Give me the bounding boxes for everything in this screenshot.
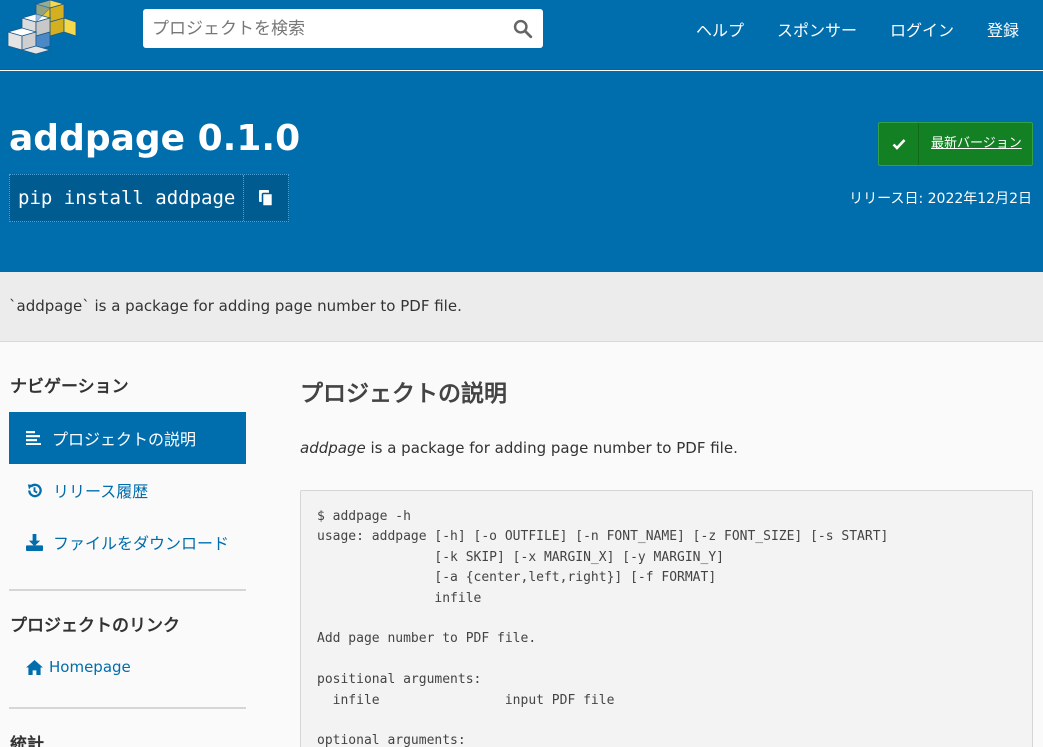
latest-version-button[interactable]: 最新バージョン [878,122,1033,166]
sidebar-item-history[interactable]: リリース履歴 [9,464,246,516]
search-box [143,9,543,48]
pip-command-box: pip install addpage [9,174,290,222]
package-name-emphasis: addpage [300,439,366,457]
navigation-heading: ナビゲーション [10,377,129,397]
homepage-label: Homepage [49,658,131,676]
home-icon [26,659,43,675]
nav-sponsors-link[interactable]: スポンサー [777,17,857,41]
homepage-link[interactable]: Homepage [26,658,131,676]
description-text: addpage is a package for adding page num… [300,439,738,457]
copy-button[interactable] [243,175,288,221]
description-heading: プロジェクトの説明 [300,381,507,407]
pip-command: pip install addpage [18,187,236,209]
nav-register-link[interactable]: 登録 [987,17,1019,41]
search-icon[interactable] [512,18,533,39]
nav-help-link[interactable]: ヘルプ [696,17,744,41]
nav-login-link[interactable]: ログイン [890,17,954,41]
sidebar-item-description[interactable]: プロジェクトの説明 [9,412,246,464]
sidebar-item-label: プロジェクトの説明 [52,430,197,449]
sidebar-divider [9,589,246,591]
sidebar-item-label: リリース履歴 [53,482,149,501]
align-left-icon [26,431,41,445]
project-links-heading: プロジェクトのリンク [10,616,180,636]
history-icon [27,483,42,497]
description-rest: is a package for adding page number to P… [365,439,738,457]
package-title: addpage 0.1.0 [9,118,301,159]
statistics-heading: 統計 [10,735,44,747]
download-icon [26,533,43,551]
search-input[interactable] [143,9,503,48]
usage-code-block: $ addpage -h usage: addpage [-h] [-o OUT… [300,490,1033,747]
package-banner: addpage 0.1.0 pip install addpage 最新バージョ… [0,71,1043,272]
usage-code: $ addpage -h usage: addpage [-h] [-o OUT… [317,509,889,747]
pypi-logo-icon[interactable] [6,0,78,58]
copy-icon [259,190,274,207]
header-nav: ヘルプ スポンサー ログイン 登録 [663,17,1019,41]
package-summary: `addpage` is a package for adding page n… [0,272,1043,342]
sidebar-item-download[interactable]: ファイルをダウンロード [9,516,246,568]
sidebar-divider [9,707,246,709]
latest-version-label: 最新バージョン [931,136,1022,151]
summary-text: `addpage` is a package for adding page n… [9,297,462,315]
sidebar-item-label: ファイルをダウンロード [53,534,230,553]
top-nav: ヘルプ スポンサー ログイン 登録 [0,0,1043,70]
check-icon [879,123,919,165]
release-date: リリース日: 2022年12月2日 [849,191,1032,207]
